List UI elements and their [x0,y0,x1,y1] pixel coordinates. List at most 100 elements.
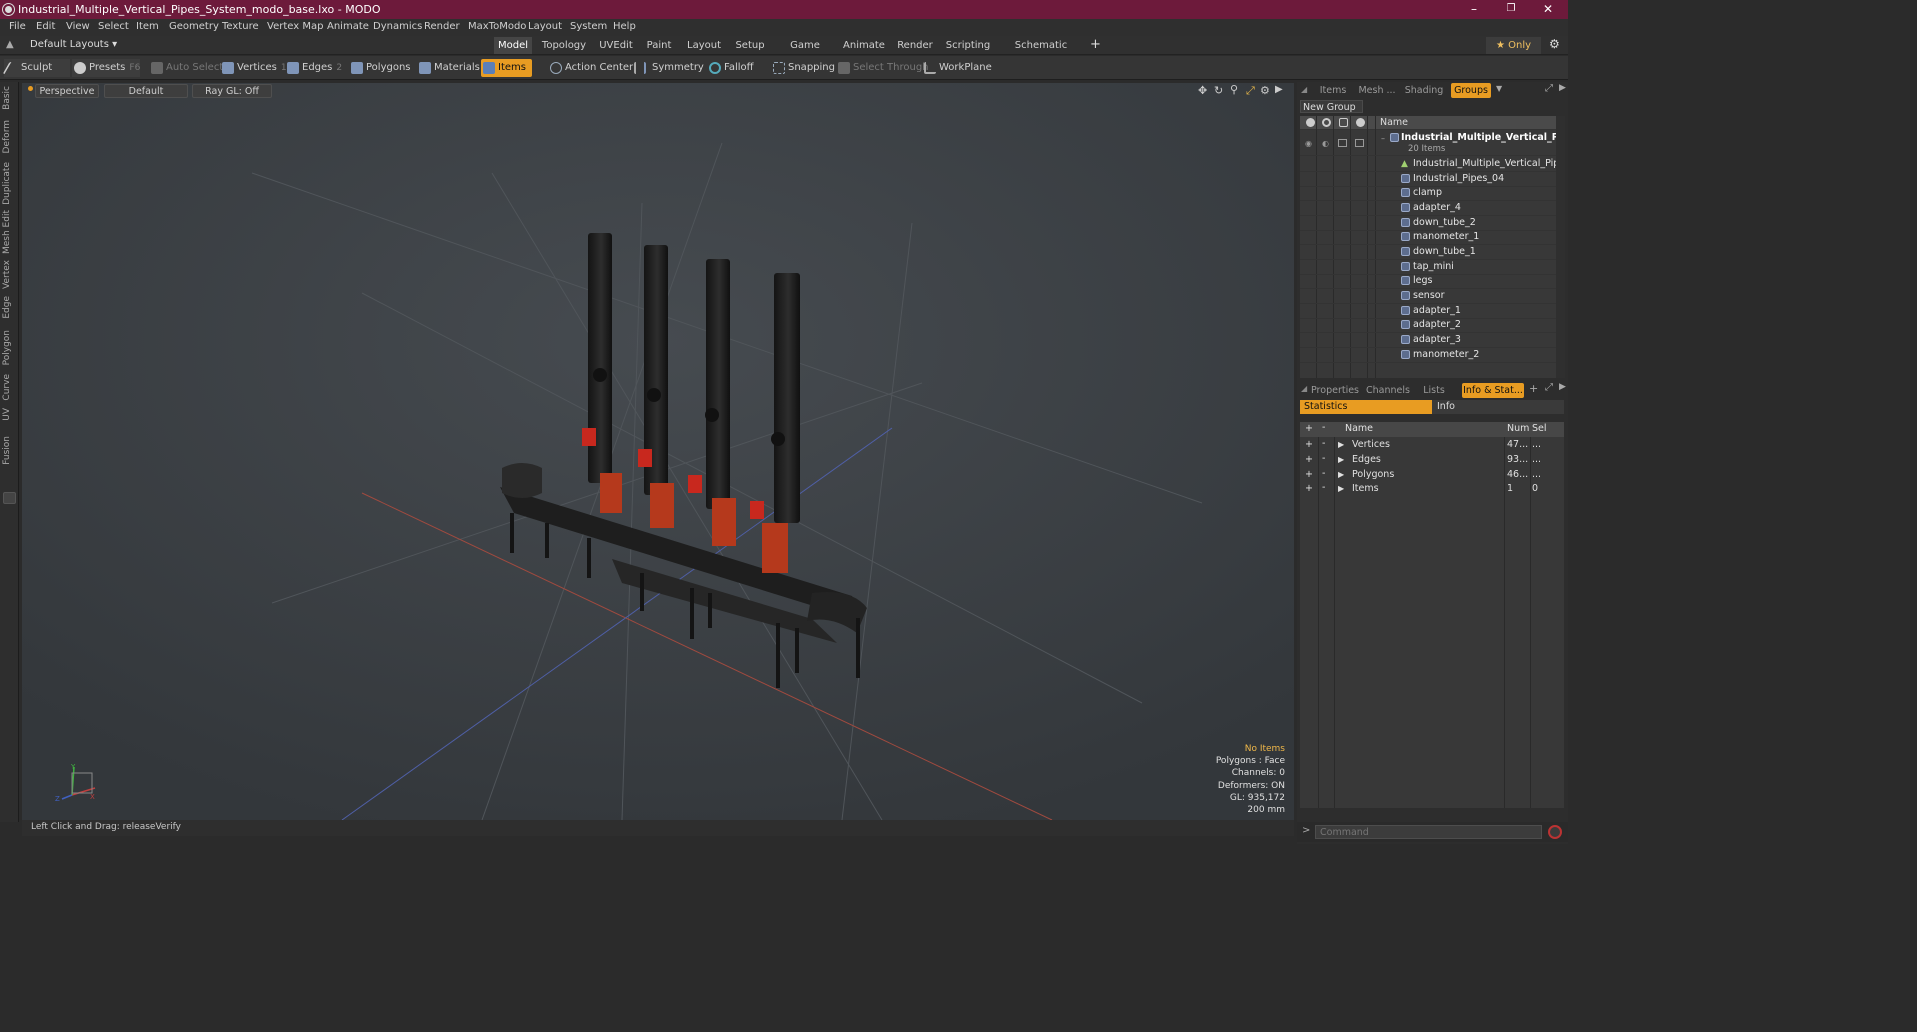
expand-icon[interactable]: + [1305,483,1313,494]
menu-geometry[interactable]: Geometry [169,21,219,32]
panel-menu-icon[interactable]: ▶ [1559,83,1566,93]
layout-collapse-icon[interactable]: ▲ [6,39,14,50]
tab-polygon[interactable]: Polygon [2,330,16,365]
panel-menu-icon[interactable]: ▶ [1559,382,1566,392]
symmetry-button[interactable]: Symmetry [632,59,704,77]
tab-edge[interactable]: Edge [2,296,16,319]
zoom-icon[interactable]: ⚲ [1230,83,1238,96]
menu-render[interactable]: Render [424,21,460,32]
select-through-button[interactable]: Select Through [836,59,929,77]
tree-item[interactable]: Industrial_Pipes_04 [1300,172,1556,187]
tree-item[interactable]: adapter_2 [1300,318,1556,333]
collapse-all-icon[interactable]: - [1322,422,1325,433]
collapse-icon[interactable]: – [1381,134,1385,143]
tree-item[interactable]: manometer_1 [1300,230,1556,245]
tab-model[interactable]: Model [494,37,532,54]
tab-curve[interactable]: Curve [2,374,16,401]
menu-select[interactable]: Select [98,21,129,32]
menu-item[interactable]: Item [136,21,159,32]
tree-item[interactable]: manometer_2 [1300,348,1556,363]
tree-item[interactable]: adapter_1 [1300,304,1556,319]
minimize-button[interactable]: – [1456,1,1492,17]
disclosure-triangle-icon[interactable]: ▶ [1338,455,1344,464]
tab-info-statistics[interactable]: Info & Stat... [1462,383,1524,398]
snapping-button[interactable]: Snapping [771,59,835,77]
materials-button[interactable]: Materials [417,59,480,77]
maximize-panel-icon[interactable]: ⤢ [1545,382,1553,393]
collapse-icon[interactable]: - [1322,438,1325,449]
collapse-icon[interactable]: - [1322,482,1325,493]
viewport-options-icon[interactable] [28,86,33,91]
stats-row-vertices[interactable]: + - ▶ Vertices 47... ... [1300,438,1564,453]
tabs-dropdown-icon[interactable]: ▼ [1496,84,1502,93]
tab-duplicate[interactable]: Duplicate [2,162,16,205]
menu-file[interactable]: File [9,21,26,32]
tab-basic[interactable]: Basic [2,86,16,110]
menu-texture[interactable]: Texture [222,21,259,32]
tab-render[interactable]: Render [895,37,935,54]
panel-pin-icon[interactable]: ◢ [1301,85,1307,94]
tab-scripting[interactable]: Scripting [944,37,992,54]
menu-dynamics[interactable]: Dynamics [373,21,422,32]
close-button[interactable]: ✕ [1530,1,1566,17]
tab-properties[interactable]: Properties [1311,383,1359,398]
pan-icon[interactable]: ✥ [1198,84,1207,97]
tab-mesh[interactable]: Mesh ... [1357,83,1397,98]
group-row[interactable]: ◉ ◐ – Industrial_Multiple_Vertical_P... … [1300,131,1556,156]
tab-uv[interactable]: UV [2,408,16,421]
shading-dropdown[interactable]: Default [104,84,188,98]
collapse-icon[interactable]: - [1322,453,1325,464]
select-icon[interactable] [1355,139,1364,147]
menu-system[interactable]: System [570,21,607,32]
panel-pin-icon[interactable]: ◢ [1301,384,1307,393]
menu-edit[interactable]: Edit [36,21,55,32]
tab-mesh-edit[interactable]: Mesh Edit [2,210,16,254]
tab-paint[interactable]: Paint [643,37,675,54]
menu-maxtomodo[interactable]: MaxToModo [468,21,526,32]
record-icon[interactable] [1548,825,1562,839]
tree-item[interactable]: legs [1300,274,1556,289]
maximize-button[interactable]: ❐ [1493,1,1529,17]
workplane-button[interactable]: WorkPlane [922,59,992,77]
perspective-dropdown[interactable]: Perspective [35,84,99,98]
3d-viewport[interactable]: Y Z X Perspective Default Ray GL: Off ✥ … [22,83,1294,820]
auto-select-button[interactable]: Auto Select [149,59,223,77]
tab-animate[interactable]: Animate [841,37,887,54]
tab-topology[interactable]: Topology [539,37,589,54]
tree-item[interactable]: adapter_4 [1300,201,1556,216]
viewport-settings-icon[interactable]: ⚙ [1260,84,1270,97]
stats-row-edges[interactable]: + - ▶ Edges 93... ... [1300,453,1564,468]
maximize-panel-icon[interactable]: ⤢ [1545,83,1553,94]
menu-help[interactable]: Help [613,21,636,32]
tab-game-tools[interactable]: Game Tools [777,37,833,68]
tab-lists[interactable]: Lists [1417,383,1451,398]
stats-row-polygons[interactable]: + - ▶ Polygons 46... ... [1300,468,1564,483]
lock-icon[interactable] [1338,139,1347,147]
tab-shading[interactable]: Shading [1403,83,1445,98]
tree-scrollbar[interactable] [1556,116,1565,378]
falloff-button[interactable]: Falloff [707,59,754,77]
disclosure-triangle-icon[interactable]: ▶ [1338,470,1344,479]
add-tab-button[interactable]: + [1090,37,1101,52]
menu-layout[interactable]: Layout [528,21,562,32]
add-tab-icon[interactable]: + [1529,382,1538,395]
action-center-button[interactable]: Action Center [548,59,633,77]
presets-button[interactable]: Presets F6 [72,59,140,77]
tab-uvedit[interactable]: UVEdit [596,37,636,54]
menu-view[interactable]: View [66,21,90,32]
default-layouts-dropdown[interactable]: Default Layouts ▾ [30,39,117,50]
stats-row-items[interactable]: + - ▶ Items 1 0 [1300,482,1564,497]
expand-icon[interactable]: + [1305,439,1313,450]
fit-icon[interactable]: ⤢ [1246,84,1255,98]
tab-deform[interactable]: Deform [2,120,16,153]
disclosure-triangle-icon[interactable]: ▶ [1338,484,1344,493]
polygons-button[interactable]: Polygons [349,59,411,77]
subtab-statistics[interactable]: Statistics [1300,400,1432,414]
edges-button[interactable]: Edges 2 [285,59,342,77]
only-toggle[interactable]: ★ Only [1486,37,1541,54]
tab-vertex[interactable]: Vertex [2,260,16,289]
sculpt-button[interactable]: Sculpt [2,59,70,77]
tab-channels[interactable]: Channels [1365,383,1411,398]
collapse-icon[interactable]: - [1322,468,1325,479]
tree-item[interactable]: ▲Industrial_Multiple_Vertical_Pipes ... [1300,157,1556,172]
